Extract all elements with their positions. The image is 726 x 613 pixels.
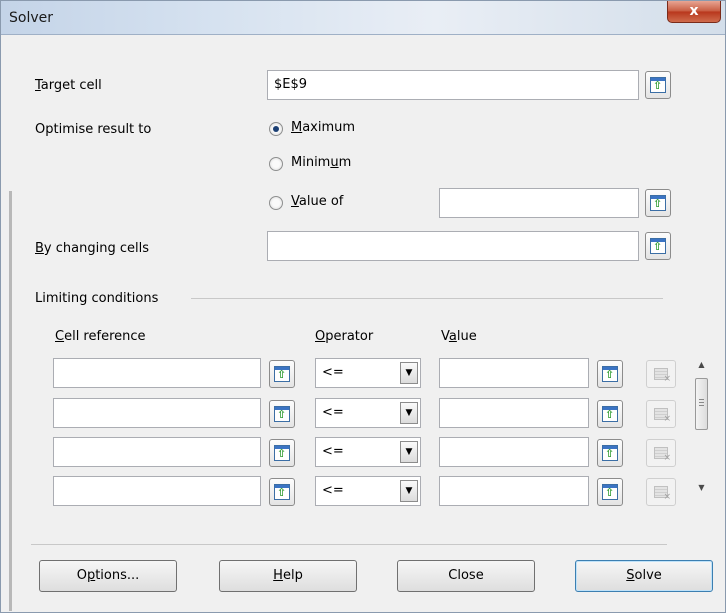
condition-3-value-input[interactable] bbox=[439, 437, 589, 467]
delete-condition-icon bbox=[654, 447, 671, 463]
condition-1-delete-button[interactable] bbox=[646, 360, 676, 388]
options-accel: p bbox=[86, 568, 96, 583]
value-accel: a bbox=[448, 329, 457, 344]
condition-1-cell-input[interactable] bbox=[53, 358, 261, 388]
shrink-dialog-icon bbox=[274, 366, 290, 382]
optimise-label: Optimise result to bbox=[35, 122, 152, 137]
shrink-dialog-icon bbox=[602, 366, 618, 382]
condition-3-cell-input[interactable] bbox=[53, 437, 261, 467]
shrink-dialog-icon bbox=[274, 484, 290, 500]
shrink-dialog-icon bbox=[650, 238, 666, 254]
limiting-group-divider bbox=[191, 298, 663, 299]
shrink-dialog-icon bbox=[650, 195, 666, 211]
target-cell-shrink-button[interactable] bbox=[645, 71, 671, 99]
button-row-separator bbox=[31, 544, 667, 545]
delete-condition-icon bbox=[654, 486, 671, 502]
condition-3-operator-select[interactable]: <= ▼ bbox=[315, 437, 421, 467]
condition-2-cell-input[interactable] bbox=[53, 398, 261, 428]
chevron-down-icon[interactable]: ▼ bbox=[400, 480, 418, 502]
chevron-down-icon[interactable]: ▼ bbox=[400, 441, 418, 463]
condition-2-value-shrink-button[interactable] bbox=[597, 400, 623, 428]
shrink-dialog-icon bbox=[602, 406, 618, 422]
target-cell-input[interactable]: $E$9 bbox=[267, 70, 639, 100]
header-value: Value bbox=[441, 329, 477, 344]
header-operator: Operator bbox=[315, 329, 374, 344]
condition-1-operator-value: <= bbox=[322, 365, 344, 380]
condition-4-cell-input[interactable] bbox=[53, 476, 261, 506]
radio-maximum[interactable] bbox=[269, 122, 283, 136]
cell-reference-accel: C bbox=[55, 329, 65, 344]
delete-condition-icon bbox=[654, 408, 671, 424]
chevron-down-icon[interactable]: ▼ bbox=[400, 402, 418, 424]
title-bar[interactable]: Solver x bbox=[1, 1, 725, 35]
condition-1-value-input[interactable] bbox=[439, 358, 589, 388]
chevron-down-icon[interactable]: ▼ bbox=[400, 362, 418, 384]
condition-4-delete-button[interactable] bbox=[646, 478, 676, 506]
value-of-input[interactable] bbox=[439, 188, 639, 218]
changing-cells-input[interactable] bbox=[267, 231, 639, 261]
condition-1-cell-shrink-button[interactable] bbox=[269, 360, 295, 388]
value-of-shrink-button[interactable] bbox=[645, 189, 671, 217]
scroll-up-arrow-icon[interactable]: ▲ bbox=[693, 356, 710, 373]
shrink-dialog-icon bbox=[274, 406, 290, 422]
condition-3-value-shrink-button[interactable] bbox=[597, 439, 623, 467]
radio-minimum[interactable] bbox=[269, 157, 283, 171]
shrink-dialog-icon bbox=[650, 77, 666, 93]
target-cell-label: Target cell bbox=[35, 78, 102, 93]
minimum-accel: u bbox=[330, 155, 339, 170]
header-cell-reference: Cell reference bbox=[55, 329, 146, 344]
delete-condition-icon bbox=[654, 368, 671, 384]
condition-4-cell-shrink-button[interactable] bbox=[269, 478, 295, 506]
left-edge bbox=[9, 191, 12, 611]
radio-value-of[interactable] bbox=[269, 196, 283, 210]
value-of-accel: V bbox=[291, 194, 299, 209]
close-window-button[interactable]: x bbox=[667, 1, 721, 23]
radio-minimum-label[interactable]: Minimum bbox=[291, 155, 351, 170]
radio-value-of-label[interactable]: Value of bbox=[291, 194, 343, 209]
condition-1-operator-select[interactable]: <= ▼ bbox=[315, 358, 421, 388]
close-button[interactable]: Close bbox=[397, 560, 535, 592]
shrink-dialog-icon bbox=[602, 484, 618, 500]
changing-cells-accel: B bbox=[35, 241, 44, 256]
condition-3-cell-shrink-button[interactable] bbox=[269, 439, 295, 467]
condition-1-value-shrink-button[interactable] bbox=[597, 360, 623, 388]
grip-icon bbox=[699, 399, 704, 407]
condition-4-value-input[interactable] bbox=[439, 476, 589, 506]
shrink-dialog-icon bbox=[274, 445, 290, 461]
condition-2-delete-button[interactable] bbox=[646, 400, 676, 428]
condition-4-value-shrink-button[interactable] bbox=[597, 478, 623, 506]
conditions-scrollbar[interactable]: ▲ ▼ bbox=[693, 356, 710, 496]
limiting-conditions-title: Limiting conditions bbox=[35, 291, 159, 306]
condition-3-operator-value: <= bbox=[322, 444, 344, 459]
scroll-down-arrow-icon[interactable]: ▼ bbox=[693, 479, 710, 496]
radio-maximum-label[interactable]: Maximum bbox=[291, 120, 355, 135]
options-button[interactable]: Options... bbox=[39, 560, 177, 592]
condition-2-operator-select[interactable]: <= ▼ bbox=[315, 398, 421, 428]
solve-accel: S bbox=[626, 568, 635, 583]
operator-accel: O bbox=[315, 329, 326, 344]
maximum-accel: M bbox=[291, 120, 303, 135]
condition-3-delete-button[interactable] bbox=[646, 439, 676, 467]
scrollbar-thumb[interactable] bbox=[695, 378, 708, 430]
help-accel: H bbox=[273, 568, 283, 583]
solver-dialog: Solver x Target cell $E$9 Optimise resul… bbox=[0, 0, 726, 613]
condition-2-cell-shrink-button[interactable] bbox=[269, 400, 295, 428]
target-cell-label-text: arget cell bbox=[40, 78, 102, 93]
condition-2-operator-value: <= bbox=[322, 405, 344, 420]
condition-2-value-input[interactable] bbox=[439, 398, 589, 428]
condition-4-operator-value: <= bbox=[322, 483, 344, 498]
condition-4-operator-select[interactable]: <= ▼ bbox=[315, 476, 421, 506]
shrink-dialog-icon bbox=[602, 445, 618, 461]
changing-cells-shrink-button[interactable] bbox=[645, 232, 671, 260]
solve-button[interactable]: Solve bbox=[575, 560, 713, 592]
changing-cells-label: By changing cells bbox=[35, 241, 149, 256]
help-button[interactable]: Help bbox=[219, 560, 357, 592]
window-title: Solver bbox=[9, 10, 53, 26]
